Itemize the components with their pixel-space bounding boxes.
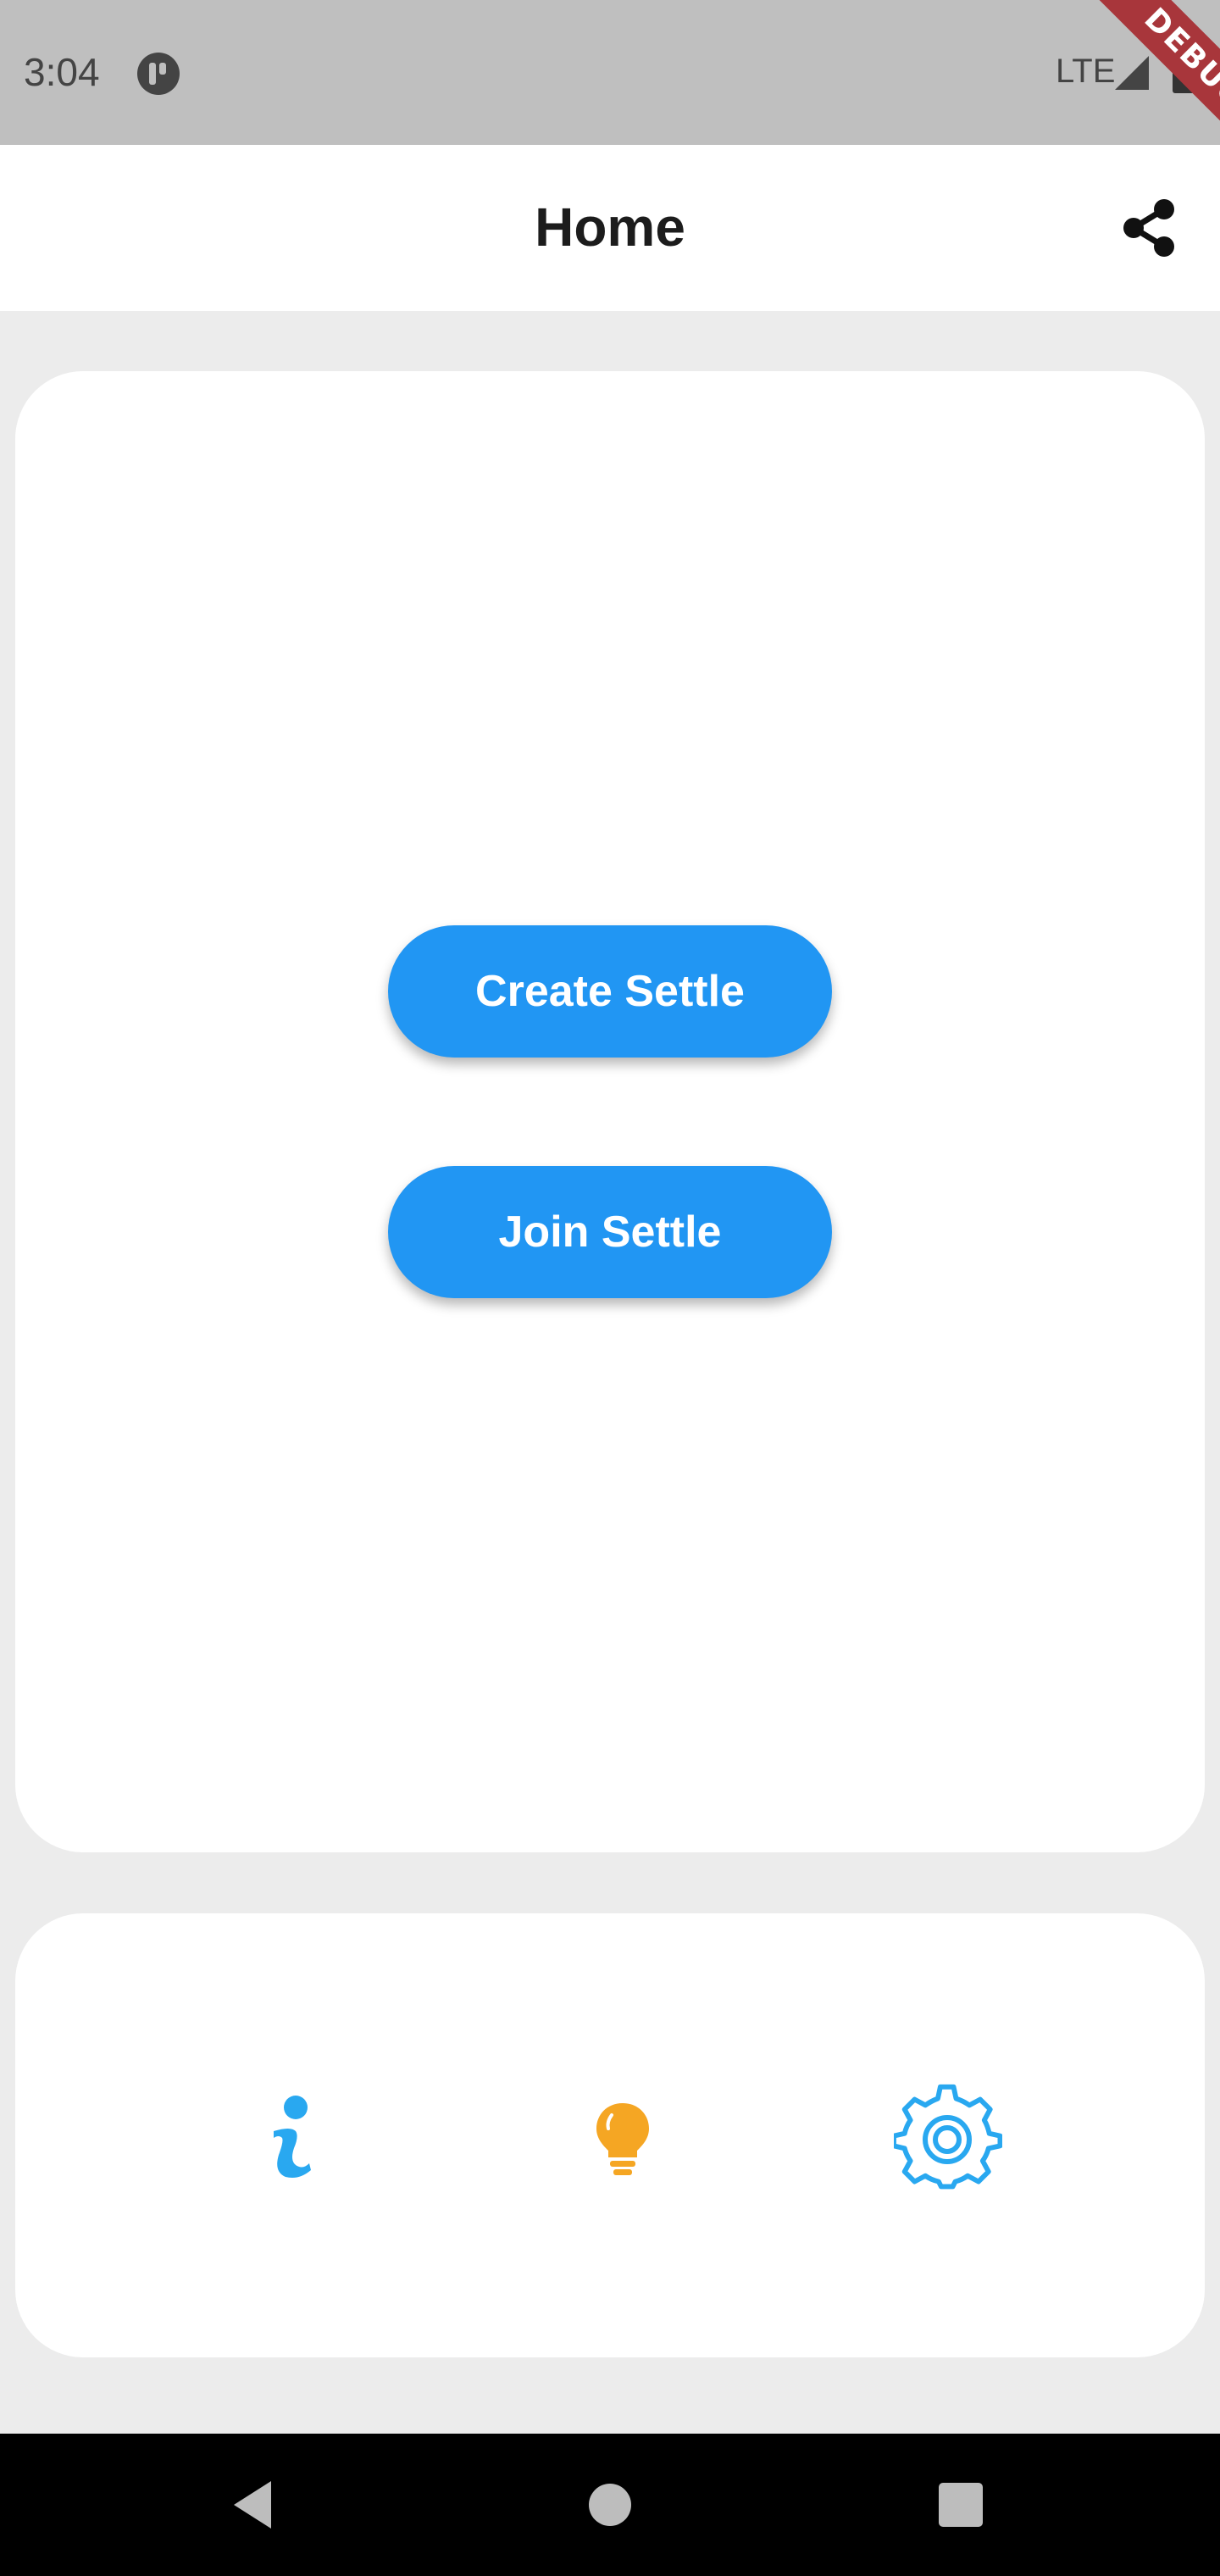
network-type: LTE [1056, 53, 1116, 90]
join-settle-button[interactable]: Join Settle [388, 1166, 832, 1298]
settings-button[interactable] [893, 2083, 1003, 2193]
bottom-nav-card [15, 1913, 1205, 2357]
gear-icon [894, 2084, 1002, 2190]
lightbulb-icon [596, 2103, 649, 2175]
back-icon[interactable] [219, 2471, 286, 2539]
app-bar: Home [0, 145, 1220, 311]
page-title: Home [535, 197, 685, 258]
info-icon [274, 2096, 311, 2178]
info-button[interactable] [236, 2083, 346, 2193]
tips-button[interactable] [568, 2083, 678, 2193]
home-icon[interactable] [576, 2471, 644, 2539]
status-time: 3:04 [24, 50, 100, 94]
status-bar: 3:04 LTE DEBUG [0, 0, 1220, 145]
recent-apps-icon[interactable] [927, 2471, 995, 2539]
main-card: Create Settle Join Settle [15, 371, 1205, 1852]
system-navigation-bar [0, 2434, 1220, 2576]
share-icon [1123, 199, 1174, 257]
share-button[interactable] [1115, 194, 1183, 262]
signal-icon [1115, 56, 1149, 90]
create-settle-button[interactable]: Create Settle [388, 925, 832, 1058]
app-notification-icon [137, 53, 180, 95]
